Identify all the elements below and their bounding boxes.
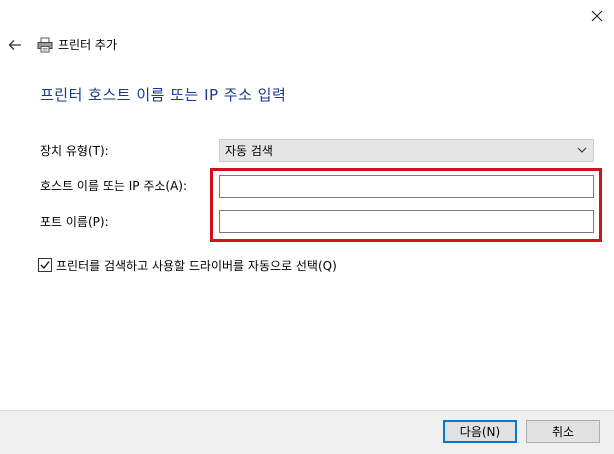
checkmark-icon [40,261,50,270]
device-type-label: 장치 유형(T): [40,144,109,158]
footer-bar [0,410,614,454]
back-arrow-icon [8,40,21,50]
port-input[interactable] [219,210,594,233]
device-type-select[interactable]: 자동 검색 [219,139,594,162]
printer-icon [37,37,53,53]
auto-select-checkbox[interactable] [38,258,52,272]
page-heading: 프린터 호스트 이름 또는 IP 주소 입력 [40,86,287,104]
port-label: 포트 이름(P): [40,215,109,229]
next-button[interactable]: 다음(N) [443,420,517,443]
auto-select-label: 프린터를 검색하고 사용할 드라이버를 자동으로 선택(Q) [56,259,337,273]
chevron-down-icon [577,147,587,153]
close-button[interactable] [580,3,614,29]
back-button[interactable] [4,34,26,56]
window-title: 프린터 추가 [58,38,118,52]
close-icon [591,10,603,22]
host-input[interactable] [219,175,594,198]
device-type-value: 자동 검색 [225,144,273,158]
host-label: 호스트 이름 또는 IP 주소(A): [40,179,188,193]
cancel-button[interactable]: 취소 [526,420,600,443]
